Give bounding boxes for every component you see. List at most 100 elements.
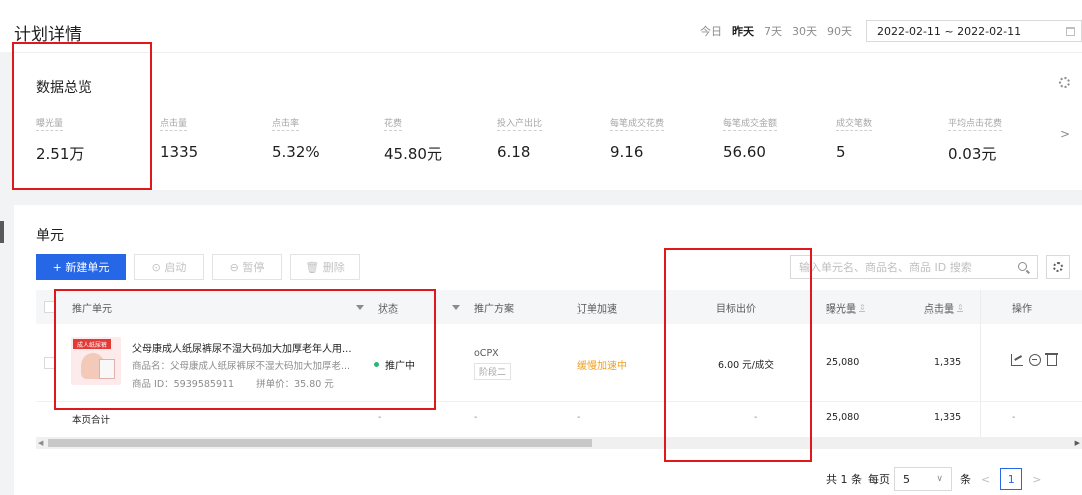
col-plan: 推广方案 <box>474 303 514 315</box>
total-ops: - <box>1012 412 1016 423</box>
row-checkbox[interactable] <box>44 357 56 369</box>
date-picker[interactable]: 2022-02-11 ~ 2022-02-11 <box>866 20 1082 42</box>
col-target-bid: 目标出价 <box>716 303 756 315</box>
search-input[interactable]: 输入单元名、商品名、商品 ID 搜索 <box>790 255 1038 279</box>
group-price: 拼单价：35.80 元 <box>256 379 334 390</box>
delete-button[interactable]: 🗑 删除 <box>290 254 360 280</box>
range-tab-30d[interactable]: 30天 <box>792 23 817 39</box>
scroll-left-icon[interactable]: ◀ <box>38 439 43 447</box>
total-order-accel: - <box>577 412 581 423</box>
trash-icon[interactable] <box>1045 353 1058 366</box>
product-name: 商品名：父母康成人纸尿裤尿不湿大码加大加厚老... <box>132 361 351 372</box>
col-status: 状态 <box>378 303 398 315</box>
chevron-right-icon[interactable]: > <box>1060 127 1070 141</box>
metric-ctr: 点击率 5.32% <box>272 111 320 161</box>
col-unit: 推广单元 <box>72 303 112 315</box>
data-overview-panel: 数据总览 曝光量 2.51万 点击量 1335 点击率 5.32% 花费 45.… <box>14 52 1082 190</box>
col-impressions-label: 曝光量 <box>826 303 856 315</box>
metric-label: 曝光量 <box>36 116 64 131</box>
metric-value: 9.16 <box>610 143 644 161</box>
total-target-bid: - <box>754 412 758 423</box>
unit-title-link[interactable]: 父母康成人纸尿裤尿不湿大码加大加厚老年人用... <box>132 340 352 355</box>
total-label: 本页合计 <box>72 415 111 426</box>
page-title: 计划详情 <box>14 25 82 45</box>
metric-value: 2.51万 <box>36 145 85 163</box>
pause-button[interactable]: ⊖ 暂停 <box>212 254 282 280</box>
filter-icon[interactable] <box>452 305 460 310</box>
metric-label: 点击率 <box>272 116 300 131</box>
prev-page-button[interactable]: < <box>981 473 990 486</box>
metric-value: 45.80元 <box>384 145 442 163</box>
scroll-right-icon[interactable]: ▶ <box>1075 439 1080 447</box>
metric-label: 花费 <box>384 116 403 131</box>
page-header: 计划详情 今日 昨天 7天 30天 90天 2022-02-11 ~ 2022-… <box>0 0 1082 52</box>
search-icon[interactable] <box>1018 262 1027 271</box>
metric-value: 56.60 <box>723 143 766 161</box>
range-tab-today[interactable]: 今日 <box>700 23 722 39</box>
start-button[interactable]: ⊙ 启动 <box>134 254 204 280</box>
impressions-value: 25,080 <box>826 357 860 368</box>
page-1-button[interactable]: 1 <box>1000 468 1023 490</box>
select-all-checkbox[interactable] <box>44 301 56 313</box>
scrollbar-thumb[interactable] <box>48 439 592 447</box>
col-clicks[interactable]: 点击量 ⇕ <box>924 290 964 324</box>
metric-amount-per-order: 每笔成交金额 56.60 <box>723 111 778 161</box>
metric-avg-cpc: 平均点击花费 0.03元 <box>948 111 1003 164</box>
thumbnail-banner: 成人纸尿裤 <box>73 339 111 349</box>
row-actions <box>1011 353 1063 366</box>
chart-icon[interactable] <box>1011 354 1023 366</box>
product-thumbnail[interactable]: 成人纸尿裤 <box>71 337 121 385</box>
pause-icon[interactable] <box>1029 354 1041 366</box>
range-tab-yesterday[interactable]: 昨天 <box>732 23 754 39</box>
col-impressions[interactable]: 曝光量 ⇕ <box>826 290 866 324</box>
plan-name: oCPX <box>474 348 499 359</box>
metric-cost-per-order: 每笔成交花费 9.16 <box>610 111 665 161</box>
metric-clicks: 点击量 1335 <box>160 111 198 161</box>
create-unit-button[interactable]: + 新建单元 <box>36 254 126 280</box>
total-status: - <box>378 412 382 423</box>
target-bid-value: 6.00 元/成交 <box>718 360 774 371</box>
range-tab-7d[interactable]: 7天 <box>764 23 782 39</box>
pagination: 共 1 条 每页 5 ∨ 条 < 1 > <box>826 467 1051 491</box>
product-id: 商品 ID：5939585911 <box>132 379 235 390</box>
filter-icon[interactable] <box>356 305 364 310</box>
table-header: 推广单元 状态 推广方案 订单加速 目标出价 曝光量 ⇕ 点击量 ⇕ 操作 <box>36 290 1082 324</box>
sort-icon: ⇕ <box>957 302 964 312</box>
calendar-icon <box>1066 27 1075 36</box>
metric-value: 0.03元 <box>948 145 997 163</box>
side-handle[interactable] <box>0 221 4 243</box>
pager-unit: 条 <box>960 473 971 486</box>
horizontal-scrollbar[interactable]: ◀ ▶ <box>36 437 1082 449</box>
metric-roi: 投入产出比 6.18 <box>497 111 543 161</box>
metric-value: 6.18 <box>497 143 531 161</box>
thumbnail-package-graphic <box>99 359 115 379</box>
metric-value: 1335 <box>160 143 199 161</box>
plan-stage-tag: 阶段二 <box>474 363 512 380</box>
status-badge: 推广中 <box>374 357 415 372</box>
gear-icon[interactable] <box>1059 77 1070 88</box>
table-settings-button[interactable] <box>1046 255 1070 279</box>
clicks-value: 1,335 <box>934 357 962 368</box>
units-panel: 单元 + 新建单元 ⊙ 启动 ⊖ 暂停 🗑 删除 输入单元名、商品名、商品 ID… <box>14 205 1082 495</box>
pager-total: 共 1 条 <box>826 473 862 486</box>
units-toolbar: + 新建单元 ⊙ 启动 ⊖ 暂停 🗑 删除 <box>36 254 368 280</box>
table-row: 成人纸尿裤 父母康成人纸尿裤尿不湿大码加大加厚老年人用... 商品名：父母康成人… <box>36 324 1082 402</box>
metric-label: 每笔成交花费 <box>610 116 665 131</box>
next-page-button[interactable]: > <box>1032 473 1041 486</box>
metric-spend: 花费 45.80元 <box>384 111 442 164</box>
order-accel-status: 缓慢加速中 <box>577 361 627 372</box>
metric-label: 平均点击花费 <box>948 116 1003 131</box>
chevron-down-icon: ∨ <box>936 474 943 484</box>
pager-per-page-label: 每页 <box>868 473 890 486</box>
range-tab-90d[interactable]: 90天 <box>827 23 852 39</box>
metric-value: 5 <box>836 143 846 161</box>
metric-label: 点击量 <box>160 116 188 131</box>
col-order-accel: 订单加速 <box>577 303 617 315</box>
overview-title: 数据总览 <box>36 80 92 96</box>
date-picker-value: 2022-02-11 ~ 2022-02-11 <box>877 24 1022 38</box>
page-size-select[interactable]: 5 ∨ <box>894 467 952 491</box>
total-plan: - <box>474 412 478 423</box>
page-total-row: 本页合计 - - - - 25,080 1,335 - <box>36 403 1082 433</box>
total-clicks: 1,335 <box>934 412 962 423</box>
metric-impressions: 曝光量 2.51万 <box>36 111 84 164</box>
